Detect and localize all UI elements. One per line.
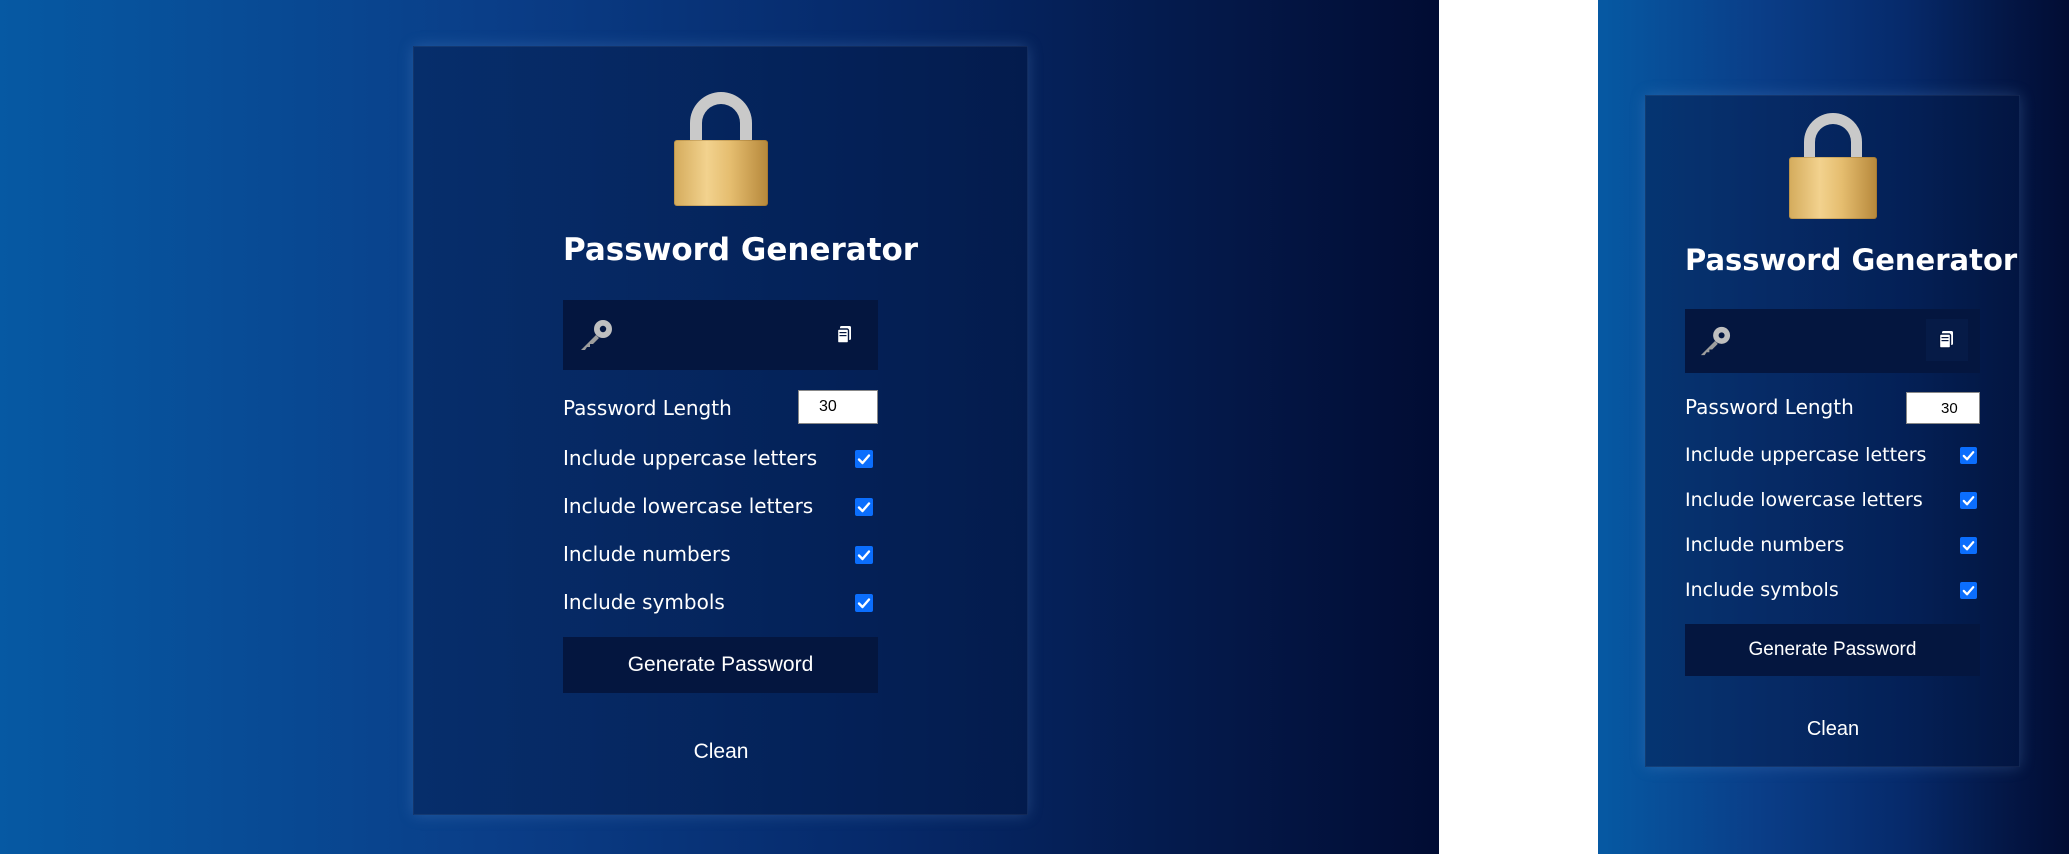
option-symbols-label: Include symbols	[563, 590, 725, 614]
option-lowercase-checkbox[interactable]	[1960, 492, 1977, 509]
clean-button[interactable]: Clean	[661, 737, 781, 767]
clipboard-icon	[1938, 331, 1953, 349]
key-icon	[581, 320, 612, 350]
app-title: Password Generator	[1685, 243, 2018, 277]
password-length-label: Password Length	[1685, 395, 1854, 419]
option-symbols-checkbox[interactable]	[855, 594, 873, 612]
password-generator-card: Password Generator Password Length 30 In…	[413, 46, 1028, 815]
option-numbers-checkbox[interactable]	[855, 546, 873, 564]
copy-button[interactable]	[1926, 319, 1968, 361]
padlock-icon	[1789, 113, 1877, 219]
password-generator-card: Password Generator Password Length 30 In…	[1645, 95, 2020, 767]
generate-password-button[interactable]: Generate Password	[1685, 624, 1980, 676]
generate-password-button[interactable]: Generate Password	[563, 637, 878, 693]
copy-button[interactable]	[835, 324, 855, 346]
password-length-label: Password Length	[563, 396, 732, 420]
option-uppercase-label: Include uppercase letters	[1685, 444, 1927, 466]
option-numbers-label: Include numbers	[1685, 534, 1845, 556]
clipboard-icon	[836, 326, 851, 344]
clean-button[interactable]: Clean	[1773, 715, 1893, 743]
screenshot-stage: Password Generator Password Length 30 In…	[0, 0, 2069, 854]
password-length-input[interactable]	[798, 390, 878, 424]
option-lowercase-checkbox[interactable]	[855, 498, 873, 516]
key-icon	[1700, 326, 1731, 356]
option-uppercase-label: Include uppercase letters	[563, 446, 818, 470]
app-title: Password Generator	[563, 232, 919, 268]
password-length-input[interactable]	[1906, 392, 1980, 424]
option-numbers-label: Include numbers	[563, 542, 731, 566]
option-symbols-label: Include symbols	[1685, 579, 1839, 601]
option-lowercase-label: Include lowercase letters	[563, 494, 814, 518]
password-output[interactable]	[563, 300, 878, 370]
mobile-view: Password Generator Password Length 30 In…	[1598, 0, 2069, 854]
option-symbols-checkbox[interactable]	[1960, 582, 1977, 599]
padlock-icon	[674, 92, 768, 206]
option-numbers-checkbox[interactable]	[1960, 537, 1977, 554]
option-uppercase-checkbox[interactable]	[855, 450, 873, 468]
password-output[interactable]	[1685, 309, 1980, 373]
desktop-view: Password Generator Password Length 30 In…	[0, 0, 1439, 854]
option-lowercase-label: Include lowercase letters	[1685, 489, 1923, 511]
option-uppercase-checkbox[interactable]	[1960, 447, 1977, 464]
